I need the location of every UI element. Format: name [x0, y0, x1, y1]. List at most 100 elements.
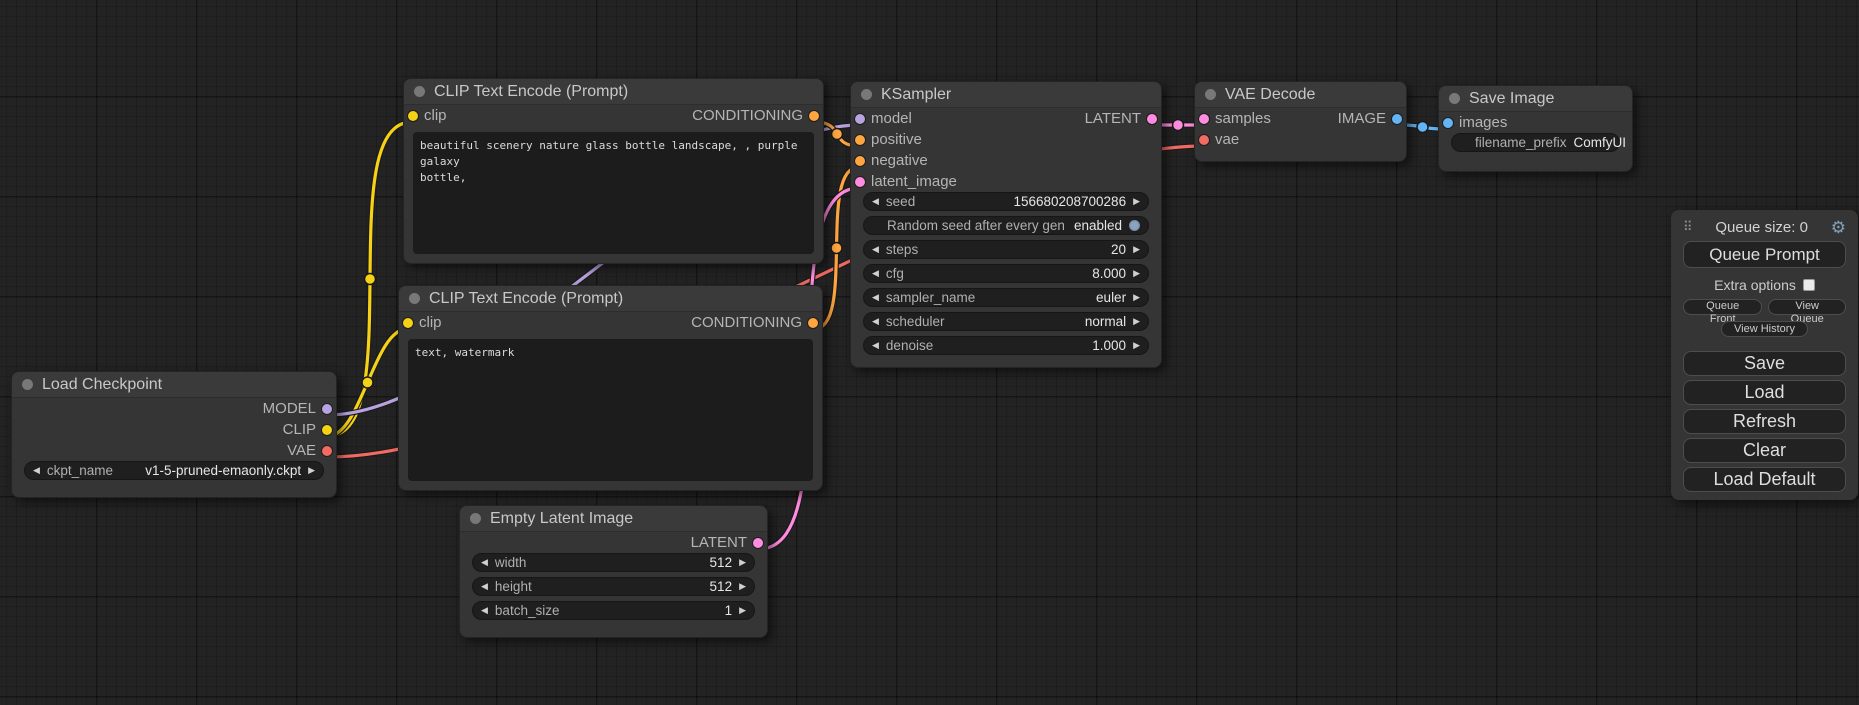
input-dot-latent_image[interactable] — [855, 177, 865, 187]
increment-arrow-icon[interactable]: ▶ — [1133, 292, 1140, 303]
node-save-image[interactable]: Save Imageimagesfilename_prefixComfyUI — [1438, 85, 1633, 172]
queue-panel[interactable]: ⠿ Queue size: 0 ⚙ Queue Prompt Extra opt… — [1671, 210, 1858, 500]
slot-row: vae — [1195, 129, 1406, 150]
input-dot-negative[interactable] — [855, 156, 865, 166]
widget-sampler_name[interactable]: ◀sampler_nameeuler▶ — [863, 288, 1149, 307]
decrement-arrow-icon[interactable]: ◀ — [872, 196, 879, 207]
widget-filename_prefix[interactable]: filename_prefixComfyUI — [1451, 133, 1620, 152]
widget-random-seed-after-every-gen[interactable]: Random seed after every genenabled — [863, 216, 1149, 235]
widget-ckpt_name[interactable]: ◀ckpt_namev1-5-pruned-emaonly.ckpt▶ — [24, 461, 324, 480]
node-clip-text-encode-negative[interactable]: CLIP Text Encode (Prompt)clipCONDITIONIN… — [398, 285, 823, 491]
widget-steps[interactable]: ◀steps20▶ — [863, 240, 1149, 259]
load-default-button[interactable]: Load Default — [1683, 467, 1846, 492]
output-dot-IMAGE[interactable] — [1392, 114, 1402, 124]
view-history-button[interactable]: View History — [1721, 321, 1808, 337]
collapse-dot-icon[interactable] — [22, 379, 33, 390]
node-title-bar[interactable]: KSampler — [851, 82, 1161, 108]
output-label: LATENT — [1085, 110, 1141, 127]
collapse-dot-icon[interactable] — [861, 89, 872, 100]
decrement-arrow-icon[interactable]: ◀ — [481, 581, 488, 592]
decrement-arrow-icon[interactable]: ◀ — [872, 268, 879, 279]
decrement-arrow-icon[interactable]: ◀ — [33, 465, 40, 476]
node-title-bar[interactable]: Save Image — [1439, 86, 1632, 112]
output-dot-LATENT[interactable] — [1147, 114, 1157, 124]
input-dot-vae[interactable] — [1199, 135, 1209, 145]
output-dot-MODEL[interactable] — [322, 404, 332, 414]
increment-arrow-icon[interactable]: ▶ — [739, 557, 746, 568]
output-dot-VAE[interactable] — [322, 446, 332, 456]
node-ksampler[interactable]: KSamplermodelLATENTpositivenegativelaten… — [850, 81, 1162, 368]
output-dot-CONDITIONING[interactable] — [808, 318, 818, 328]
output-label: VAE — [287, 442, 316, 459]
input-dot-clip[interactable] — [403, 318, 413, 328]
drag-handle-icon[interactable]: ⠿ — [1683, 219, 1693, 235]
increment-arrow-icon[interactable]: ▶ — [1133, 196, 1140, 207]
increment-arrow-icon[interactable]: ▶ — [1133, 340, 1140, 351]
clear-button[interactable]: Clear — [1683, 438, 1846, 463]
output-label: MODEL — [263, 400, 316, 417]
decrement-arrow-icon[interactable]: ◀ — [872, 340, 879, 351]
input-dot-positive[interactable] — [855, 135, 865, 145]
output-dot-LATENT[interactable] — [753, 538, 763, 548]
queue-prompt-button[interactable]: Queue Prompt — [1683, 241, 1846, 268]
decrement-arrow-icon[interactable]: ◀ — [872, 316, 879, 327]
increment-arrow-icon[interactable]: ▶ — [1133, 316, 1140, 327]
widget-width[interactable]: ◀width512▶ — [472, 553, 755, 572]
input-dot-images[interactable] — [1443, 118, 1453, 128]
widget-label: steps — [886, 242, 918, 257]
gear-icon[interactable]: ⚙ — [1831, 219, 1846, 236]
node-empty-latent-image[interactable]: Empty Latent ImageLATENT◀width512▶◀heigh… — [459, 505, 768, 638]
decrement-arrow-icon[interactable]: ◀ — [872, 244, 879, 255]
node-title-bar[interactable]: Empty Latent Image — [460, 506, 767, 532]
slot-row: model LATENT — [851, 108, 1161, 129]
refresh-button[interactable]: Refresh — [1683, 409, 1846, 434]
prompt-textarea[interactable] — [413, 132, 814, 254]
increment-arrow-icon[interactable]: ▶ — [1133, 244, 1140, 255]
link-image-to-save-image-midpoint-dot — [1417, 122, 1428, 133]
node-load-checkpoint[interactable]: Load CheckpointMODELCLIPVAE◀ckpt_namev1-… — [11, 371, 337, 498]
canvas[interactable]: Load CheckpointMODELCLIPVAE◀ckpt_namev1-… — [0, 0, 1859, 705]
node-title-text: VAE Decode — [1225, 86, 1315, 104]
extra-options-checkbox[interactable] — [1803, 279, 1815, 291]
widget-scheduler[interactable]: ◀schedulernormal▶ — [863, 312, 1149, 331]
prompt-textarea[interactable] — [408, 339, 813, 481]
load-button[interactable]: Load — [1683, 380, 1846, 405]
widget-cfg[interactable]: ◀cfg8.000▶ — [863, 264, 1149, 283]
increment-arrow-icon[interactable]: ▶ — [1133, 268, 1140, 279]
widget-height[interactable]: ◀height512▶ — [472, 577, 755, 596]
node-vae-decode[interactable]: VAE DecodesamplesIMAGEvae — [1194, 81, 1407, 162]
input-dot-samples[interactable] — [1199, 114, 1209, 124]
output-dot-CLIP[interactable] — [322, 425, 332, 435]
node-title-text: CLIP Text Encode (Prompt) — [434, 83, 628, 101]
collapse-dot-icon[interactable] — [414, 86, 425, 97]
input-dot-model[interactable] — [855, 114, 865, 124]
input-dot-clip[interactable] — [408, 111, 418, 121]
collapse-dot-icon[interactable] — [470, 513, 481, 524]
input-slot-negative: negative — [855, 152, 928, 169]
widget-batch_size[interactable]: ◀batch_size1▶ — [472, 601, 755, 620]
collapse-dot-icon[interactable] — [409, 293, 420, 304]
decrement-arrow-icon[interactable]: ◀ — [872, 292, 879, 303]
node-title-bar[interactable]: VAE Decode — [1195, 82, 1406, 108]
node-title-bar[interactable]: Load Checkpoint — [12, 372, 336, 398]
node-title-bar[interactable]: CLIP Text Encode (Prompt) — [404, 79, 823, 105]
widget-denoise[interactable]: ◀denoise1.000▶ — [863, 336, 1149, 355]
widget-value: 512 — [710, 579, 733, 594]
input-slot-model: model — [855, 110, 912, 127]
widget-seed[interactable]: ◀seed156680208700286▶ — [863, 192, 1149, 211]
decrement-arrow-icon[interactable]: ◀ — [481, 605, 488, 616]
node-title-bar[interactable]: CLIP Text Encode (Prompt) — [399, 286, 822, 312]
increment-arrow-icon[interactable]: ▶ — [308, 465, 315, 476]
widget-label: scheduler — [886, 314, 945, 329]
collapse-dot-icon[interactable] — [1449, 93, 1460, 104]
node-clip-text-encode-positive[interactable]: CLIP Text Encode (Prompt)clipCONDITIONIN… — [403, 78, 824, 264]
decrement-arrow-icon[interactable]: ◀ — [481, 557, 488, 568]
increment-arrow-icon[interactable]: ▶ — [739, 605, 746, 616]
queue-front-button[interactable]: Queue Front — [1683, 299, 1762, 315]
increment-arrow-icon[interactable]: ▶ — [739, 581, 746, 592]
output-dot-CONDITIONING[interactable] — [809, 111, 819, 121]
view-queue-button[interactable]: View Queue — [1768, 299, 1846, 315]
save-button[interactable]: Save — [1683, 351, 1846, 376]
toggle-indicator[interactable] — [1129, 220, 1140, 231]
collapse-dot-icon[interactable] — [1205, 89, 1216, 100]
